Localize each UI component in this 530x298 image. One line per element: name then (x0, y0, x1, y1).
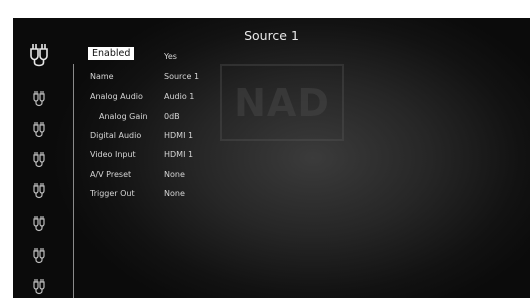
setting-value: HDMI 1 (164, 131, 194, 140)
source-6-rca-connector-icon[interactable] (26, 215, 52, 233)
source-8-rca-connector-icon[interactable] (26, 278, 52, 296)
setting-value: Yes (164, 52, 177, 61)
setting-label: Trigger Out (90, 189, 135, 198)
setting-label: Analog Audio (90, 92, 143, 101)
setting-value: HDMI 1 (164, 150, 194, 159)
source-setup-screen: NAD Source 1 Enabled Yes Name Source 1 A… (13, 18, 530, 298)
page-title: Source 1 (244, 28, 299, 43)
source-2-rca-connector-icon[interactable] (26, 90, 52, 108)
setting-value: None (164, 170, 185, 179)
setting-value: 0dB (164, 112, 180, 121)
setting-label: Analog Gain (99, 112, 148, 121)
source-4-rca-connector-icon[interactable] (26, 151, 52, 169)
setting-label: Enabled (88, 47, 135, 60)
setting-value: None (164, 189, 185, 198)
source-3-rca-connector-icon[interactable] (26, 121, 52, 139)
logo-text: NAD (234, 80, 330, 125)
setting-label: Digital Audio (90, 131, 142, 140)
source-1-rca-connector-icon[interactable] (26, 42, 52, 68)
source-7-rca-connector-icon[interactable] (26, 247, 52, 265)
sidebar-divider (73, 64, 74, 298)
setting-label: Name (90, 72, 114, 81)
nad-logo-watermark: NAD (220, 64, 344, 141)
setting-label: A/V Preset (90, 170, 132, 179)
setting-label: Video Input (90, 150, 136, 159)
setting-value: Audio 1 (164, 92, 195, 101)
source-5-rca-connector-icon[interactable] (26, 182, 52, 200)
setting-value: Source 1 (164, 72, 200, 81)
